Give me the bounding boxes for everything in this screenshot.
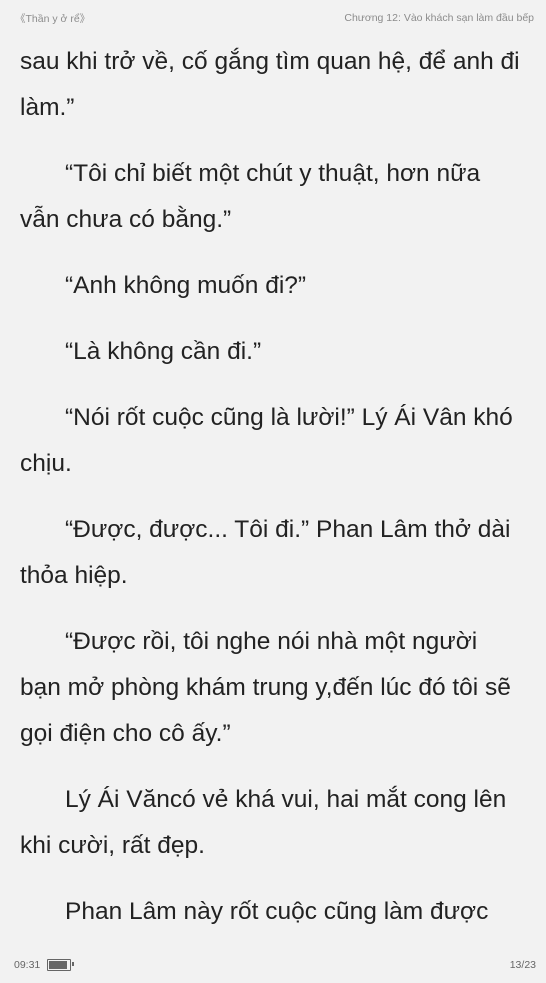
paragraph-line: “Được rồi, tôi nghe nói nhà một người [65, 628, 478, 655]
paragraph-line: gọi điện cho cô ấy.” [20, 720, 231, 747]
book-title: 《Thần y ở rể》 [15, 12, 91, 25]
paragraph-line: Lý Ái Văncó vẻ khá vui, hai mắt cong lên [65, 786, 507, 813]
paragraph-line: chịu. [20, 450, 72, 477]
paragraph-line: “Anh không muốn đi?” [65, 272, 307, 299]
paragraph: “Nói rốt cuộc cũng là lười!” Lý Ái Vân k… [20, 395, 530, 487]
chapter-title: Chương 12: Vào khách sạn làm đầu bếp [344, 12, 534, 24]
chapter-content: sau khi trở về, cố gắng tìm quan hệ, để … [20, 39, 530, 955]
page-indicator: 13/23 [509, 959, 536, 971]
paragraph-line: “Được, được... Tôi đi.” Phan Lâm thở dài [65, 516, 511, 543]
battery-fill [49, 961, 68, 969]
paragraph: Phan Lâm này rốt cuộc cũng làm được [20, 889, 530, 935]
paragraph-line: bạn mở phòng khám trung y,đến lúc đó tôi… [20, 674, 511, 701]
paragraph-line: sau khi trở về, cố gắng tìm quan hệ, để … [20, 48, 520, 75]
paragraph-line: Phan Lâm này rốt cuộc cũng làm được [65, 898, 489, 925]
paragraph: “Được, được... Tôi đi.” Phan Lâm thở dài… [20, 507, 530, 599]
paragraph: “Là không cần đi.” [20, 329, 530, 375]
reader-header: 《Thần y ở rể》 Chương 12: Vào khách sạn l… [15, 10, 534, 26]
paragraph-line: làm.” [20, 94, 75, 121]
clock-time: 09:31 [14, 959, 41, 971]
paragraph: “Tôi chỉ biết một chút y thuật, hơn nữa v… [20, 151, 530, 243]
paragraph-line: “Là không cần đi.” [65, 338, 262, 365]
paragraph-line: vẫn chưa có bằng.” [20, 206, 232, 233]
paragraph-line: thỏa hiệp. [20, 562, 128, 589]
paragraph-continuation: sau khi trở về, cố gắng tìm quan hệ, để … [20, 39, 530, 131]
battery-icon [47, 959, 75, 971]
status-group: 09:31 [14, 959, 75, 971]
reader-footer: 09:31 13/23 [14, 957, 536, 973]
paragraph-line: “Tôi chỉ biết một chút y thuật, hơn nữa [65, 160, 481, 187]
paragraph: “Được rồi, tôi nghe nói nhà một người bạn… [20, 619, 530, 757]
paragraph-line: “Nói rốt cuộc cũng là lười!” Lý Ái Vân k… [65, 404, 513, 431]
paragraph-line: khi cười, rất đẹp. [20, 832, 205, 859]
paragraph: “Anh không muốn đi?” [20, 263, 530, 309]
paragraph: Lý Ái Văncó vẻ khá vui, hai mắt cong lên… [20, 777, 530, 869]
